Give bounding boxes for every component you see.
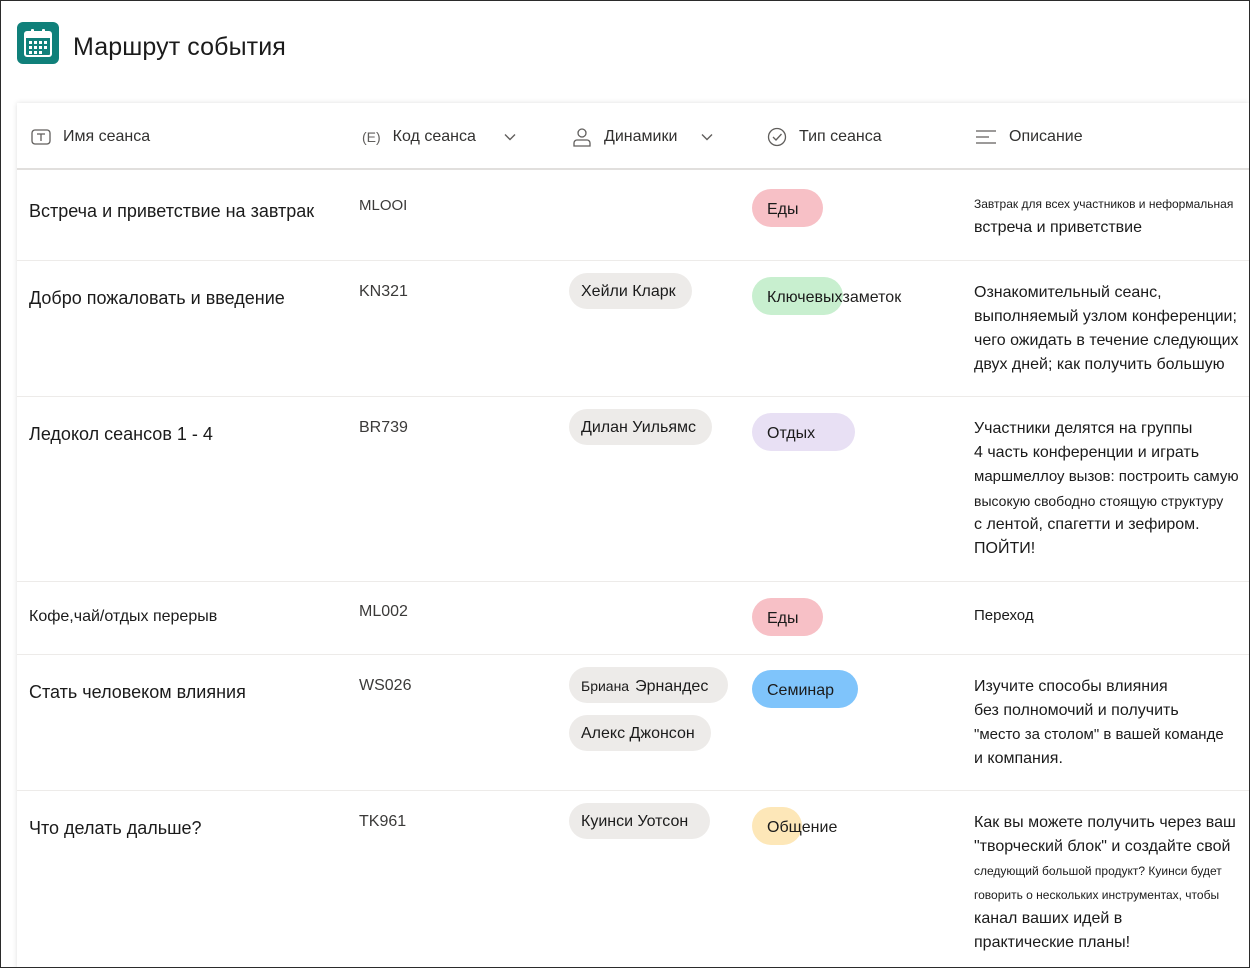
column-header-session-code[interactable]: (E) Код сеанса [362, 103, 516, 170]
speaker-chip[interactable]: Алекс Джонсон [569, 715, 711, 751]
session-type-cell: Общение [752, 807, 962, 845]
session-type-cell: Отдых [752, 413, 962, 451]
description-line: "место за столом" в вашей команде [974, 726, 1224, 743]
session-type-cell: Еды [752, 189, 962, 227]
speaker-chip[interactable]: Куинси Уотсон [569, 803, 711, 839]
description-line: Как вы можете получить через ваш [974, 814, 1236, 831]
session-description: Как вы можете получить через ваш "творче… [974, 811, 1244, 955]
column-header-label: Имя сеанса [63, 127, 151, 145]
speaker-chip[interactable]: Бриана Эрнандес [569, 667, 729, 703]
speaker-last-name: Эрнандес [635, 678, 709, 695]
description-line: чего ожидать в течение следующих [974, 332, 1239, 349]
page-title: Маршрут события [73, 33, 286, 61]
table-row[interactable]: Что делать дальше? TK961 Куинси Уотсон О… [17, 791, 1249, 967]
description-line: Изучите способы влияния [974, 678, 1168, 695]
app-window: Маршрут события Имя сеанса (E) Код сеанс… [0, 0, 1250, 968]
table-row[interactable]: Добро пожаловать и введение KN321 Хейли … [17, 261, 1249, 397]
column-header-session-type[interactable]: Тип сеанса [767, 103, 882, 170]
session-type-label-overflow: заметок [842, 289, 902, 306]
session-type-badge: Отдых [752, 413, 856, 451]
speakers-cell: Бриана Эрнандес Алекс Джонсон [569, 667, 744, 763]
column-header-label: Динамики [604, 127, 678, 145]
description-line: выполняемый узлом конференции; [974, 308, 1237, 325]
column-header-session-name[interactable]: Имя сеанса [31, 103, 150, 170]
column-header-speakers[interactable]: Динамики [572, 103, 713, 170]
description-line: встреча и приветствие [974, 219, 1142, 236]
session-list: Имя сеанса (E) Код сеанса Динамики Тип с… [17, 103, 1249, 967]
speakers-cell: Дилан Уильямс [569, 409, 744, 457]
text-field-icon [31, 128, 51, 145]
description-line: и компания. [974, 750, 1063, 767]
description-line: с лентой, спагетти и зефиром. [974, 516, 1200, 533]
description-line: Завтрак для всех участников и неформальн… [974, 197, 1234, 211]
description-line: маршмеллоу вызов: построить самую [974, 468, 1239, 485]
column-header-label: Описание [1009, 127, 1083, 145]
session-name: Что делать дальше? [29, 818, 202, 838]
session-description: Участники делятся на группы 4 часть конф… [974, 417, 1244, 561]
table-row[interactable]: Ледокол сеансов 1 - 4 BR739 Дилан Уильям… [17, 397, 1249, 582]
code-field-icon: (E) [362, 128, 381, 145]
speakers-cell: Хейли Кларк [569, 273, 744, 321]
calendar-icon [17, 22, 59, 64]
session-type-label: Ключевых [767, 289, 843, 306]
session-type-cell: Еды [752, 598, 962, 636]
speakers-cell: Куинси Уотсон [569, 803, 744, 851]
speaker-first-name: Бриана [581, 678, 630, 694]
rows: Встреча и приветствие на завтрак MLOOI Е… [17, 172, 1249, 967]
session-description: Завтрак для всех участников и неформальн… [974, 192, 1244, 240]
session-description: Изучите способы влияния без полномочий и… [974, 675, 1244, 771]
description-line: Ознакомительный сеанс, [974, 284, 1162, 301]
session-code: ML002 [359, 603, 408, 620]
session-type-label: Общ [767, 819, 802, 836]
chevron-down-icon[interactable] [504, 133, 516, 141]
session-code: MLOOI [359, 197, 408, 214]
session-type-badge: Еды [752, 598, 823, 636]
description-line: следующий большой продукт? Куинси будет [974, 864, 1222, 878]
column-header-label: Тип сеанса [799, 127, 882, 145]
session-type-label-overflow: ение [801, 819, 838, 836]
session-type-cell: Семинар [752, 670, 962, 708]
description-line: двух дней; как получить большую [974, 356, 1225, 373]
session-name: Ледокол сеансов 1 - 4 [29, 424, 213, 444]
chevron-down-icon[interactable] [701, 133, 713, 141]
column-header-description[interactable]: Описание [975, 103, 1083, 170]
description-line: Участники делятся на группы [974, 420, 1193, 437]
session-code: KN321 [359, 283, 408, 300]
table-row[interactable]: Кофе,чай/отдых перерыв ML002 Еды Переход [17, 582, 1249, 655]
table-row[interactable]: Встреча и приветствие на завтрак MLOOI Е… [17, 172, 1249, 261]
description-line: "творческий блок" и создайте свой [974, 838, 1231, 855]
app-header: Маршрут события [1, 1, 1249, 101]
session-name: Стать человеком влияния [29, 682, 246, 702]
column-header-row: Имя сеанса (E) Код сеанса Динамики Тип с… [17, 103, 1249, 170]
session-type-badge: Ключевых [752, 277, 843, 315]
description-line: ПОЙТИ! [974, 540, 1036, 557]
session-type-badge: Семинар [752, 670, 859, 708]
session-code: BR739 [359, 419, 408, 436]
session-name: Кофе,чай/отдых перерыв [29, 608, 218, 625]
description-line: Переход [974, 607, 1034, 624]
session-name: Встреча и приветствие на завтрак [29, 201, 315, 221]
session-type-badge: Еды [752, 189, 823, 227]
description-line: канал ваших идей в [974, 910, 1123, 927]
session-description: Переход [974, 604, 1244, 628]
table-row[interactable]: Стать человеком влияния WS026 Бриана Эрна… [17, 655, 1249, 791]
description-line: высокую свободно стоящую структуру [974, 493, 1224, 509]
session-name: Добро пожаловать и введение [29, 288, 285, 308]
check-circle-icon [767, 127, 787, 147]
speaker-chip[interactable]: Дилан Уильямс [569, 409, 713, 445]
person-icon [572, 127, 592, 147]
description-line: без полномочий и получить [974, 702, 1179, 719]
description-line: практические планы! [974, 934, 1131, 951]
session-code: WS026 [359, 677, 412, 694]
description-line: говорить о нескольких инструментах, чтоб… [974, 888, 1220, 902]
session-type-cell: Ключевыхзаметок [752, 277, 962, 315]
session-code: TK961 [359, 813, 407, 830]
session-description: Ознакомительный сеанс, выполняемый узлом… [974, 281, 1244, 377]
text-lines-icon [975, 129, 997, 145]
column-header-label: Код сеанса [392, 127, 476, 145]
description-line: 4 часть конференции и играть [974, 444, 1200, 461]
speaker-chip[interactable]: Хейли Кларк [569, 273, 692, 309]
session-type-badge: Общ [752, 807, 802, 845]
